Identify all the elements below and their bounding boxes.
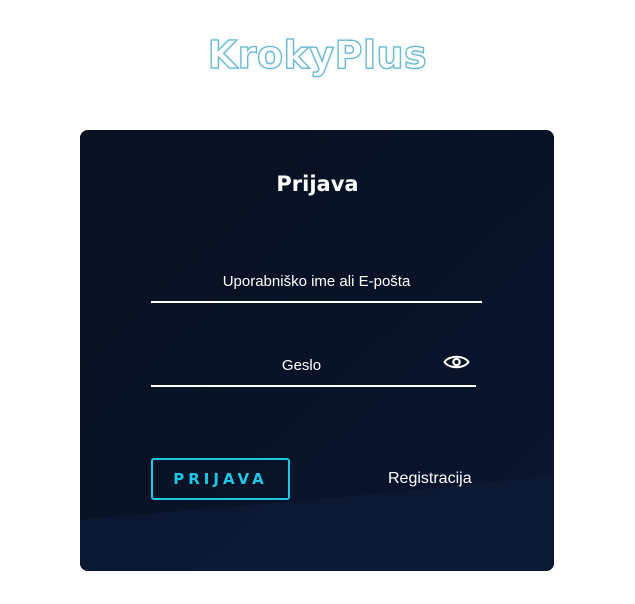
username-underline bbox=[151, 301, 482, 303]
username-label: Uporabniško ime ali E-pošta bbox=[222, 273, 411, 290]
register-link[interactable]: Registracija bbox=[388, 470, 472, 488]
login-title: Prijava bbox=[276, 172, 359, 196]
card-background-wave bbox=[80, 130, 554, 571]
login-card bbox=[80, 130, 554, 571]
eye-icon[interactable] bbox=[443, 352, 470, 372]
app-logo: KrokyPlus bbox=[0, 32, 635, 77]
password-label: Geslo bbox=[281, 357, 322, 374]
login-page: KrokyPlus Prijava Uporabniško ime ali E-… bbox=[0, 0, 635, 604]
password-field[interactable]: Geslo bbox=[151, 352, 476, 387]
login-button[interactable]: PRIJAVA bbox=[151, 458, 290, 500]
username-field[interactable]: Uporabniško ime ali E-pošta bbox=[151, 268, 482, 303]
password-underline bbox=[151, 385, 476, 387]
